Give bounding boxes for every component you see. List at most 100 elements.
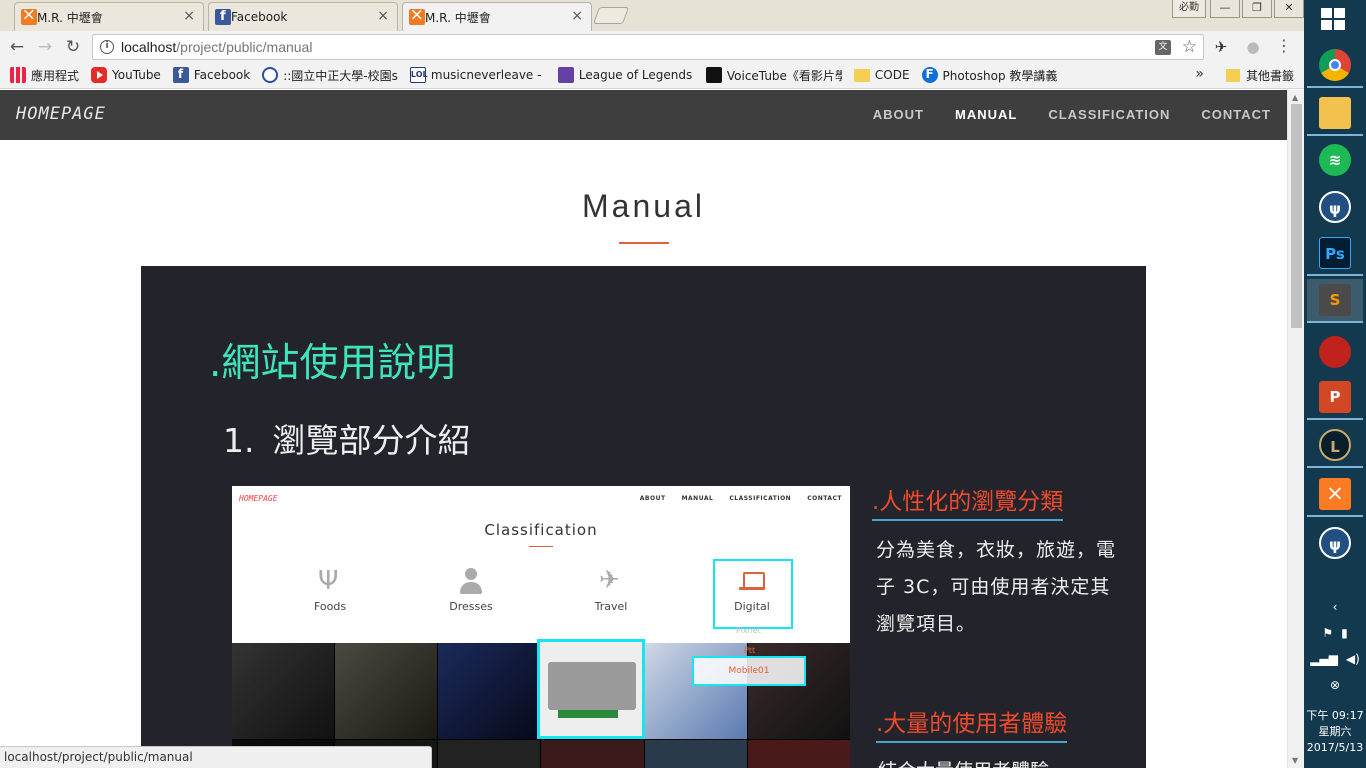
bookmark-code[interactable]: CODE	[853, 68, 910, 82]
bookmark-university[interactable]: ::國立中正大學-校園s	[262, 67, 398, 84]
taskbar-sublime[interactable]: S	[1307, 279, 1363, 323]
taskbar-sourcetree-2[interactable]: ψ	[1307, 521, 1363, 565]
maximize-button[interactable]: ❐	[1242, 0, 1272, 18]
subsection-title: 1. 瀏覽部分介紹	[223, 414, 471, 462]
sourcetree-icon: ψ	[1319, 191, 1351, 223]
taskbar-powerpoint[interactable]: P	[1307, 376, 1363, 420]
battery-icon[interactable]: ▮	[1341, 626, 1348, 640]
tab-mr-1[interactable]: M.R. 中壢會 ×	[14, 2, 204, 31]
scroll-up-arrow-icon[interactable]: ▲	[1292, 93, 1298, 102]
bookmark-league[interactable]: League of Legends -	[557, 67, 694, 83]
category-foods: Foods	[290, 566, 370, 613]
volume-icon[interactable]: ◀)	[1346, 652, 1360, 666]
spotify-icon: ≋	[1319, 144, 1351, 176]
bookmark-label: Facebook	[193, 68, 251, 82]
taskbar-league[interactable]: L	[1307, 424, 1363, 468]
powerpoint-icon: P	[1319, 381, 1351, 413]
site-logo[interactable]: HOMEPAGE	[16, 104, 106, 124]
minimize-button[interactable]: —	[1210, 0, 1240, 18]
browser-window: M.R. 中壢會 × Facebook × M.R. 中壢會 × 必勤 — ❐ …	[0, 0, 1304, 768]
screenshot-navbar: HOMEPAGE ABOUT MANUAL CLASSIFICATION CON…	[232, 486, 850, 510]
bookmarks-more-button[interactable]: »	[1195, 66, 1204, 82]
nav-manual[interactable]: MANUAL	[955, 107, 1017, 122]
wifi-icon[interactable]: ▂▄▆	[1310, 652, 1338, 666]
taskbar-chrome[interactable]	[1307, 44, 1363, 88]
close-circle-icon[interactable]: ⊗	[1330, 678, 1340, 692]
gallery-tile	[232, 643, 335, 739]
back-arrow-icon[interactable]: ←	[6, 36, 28, 58]
photoshop-icon: Ps	[1319, 237, 1351, 269]
windows-start-icon[interactable]	[1321, 8, 1347, 32]
twitch-icon	[557, 67, 574, 83]
taskbar-spotify[interactable]: ≋	[1307, 138, 1363, 182]
graphics-card-image	[548, 662, 636, 718]
taskbar-photoshop[interactable]: Ps	[1307, 232, 1363, 276]
gallery-tile	[438, 740, 541, 768]
product-highlight-box	[537, 639, 645, 739]
menu-dots-icon[interactable]: ⋮	[1276, 36, 1292, 55]
taskbar-sourcetree[interactable]: ψ	[1307, 185, 1363, 229]
star-icon[interactable]: ☆	[1182, 37, 1197, 57]
feature-title: .人性化的瀏覽分類	[872, 482, 1064, 521]
dropdown-item-pixnet: Pixnet	[736, 626, 761, 635]
taskbar-file-explorer[interactable]	[1307, 92, 1363, 136]
extension-circle-icon[interactable]: ●	[1244, 38, 1262, 56]
new-tab-button[interactable]	[592, 7, 630, 24]
close-icon[interactable]: ×	[183, 8, 195, 24]
youtube-icon	[91, 67, 108, 83]
close-icon[interactable]: ×	[571, 8, 583, 24]
category-travel: Travel	[571, 565, 651, 613]
browser-toolbar: ← → ↻ i localhost/project/public/manual …	[0, 31, 1304, 62]
address-bar[interactable]: i localhost/project/public/manual 文 ☆	[92, 34, 1204, 60]
feature-title: .大量的使用者體驗	[876, 704, 1068, 743]
taskbar-clock[interactable]: 下午 09:17 星期六 2017/5/13	[1304, 708, 1366, 756]
tab-strip: M.R. 中壢會 × Facebook × M.R. 中壢會 × 必勤 — ❐ …	[0, 0, 1304, 32]
other-bookmarks[interactable]: 其他書籤	[1225, 67, 1294, 84]
bookmark-musicneverleave[interactable]: LOLmusicneverleave - LC	[409, 67, 546, 83]
tray-row: ⚑ ▮	[1304, 626, 1366, 640]
bookmark-apps[interactable]: 應用程式	[10, 67, 79, 84]
bookmark-label: CODE	[874, 68, 910, 82]
taskbar-red-app[interactable]	[1307, 330, 1363, 374]
flag-icon[interactable]: ⚑	[1322, 626, 1333, 640]
site-nav-links: ABOUT MANUAL CLASSIFICATION CONTACT	[842, 107, 1271, 122]
scroll-down-arrow-icon[interactable]: ▼	[1292, 756, 1298, 765]
tab-title: M.R. 中壢會	[37, 10, 103, 25]
scrollbar-thumb[interactable]	[1291, 104, 1302, 328]
bookmark-label: Photoshop 教學講義	[942, 68, 1058, 83]
bookmark-youtube[interactable]: YouTube	[91, 67, 161, 83]
close-button[interactable]: ✕	[1274, 0, 1304, 18]
translate-icon[interactable]: 文	[1155, 40, 1171, 55]
page-scrollbar[interactable]: ▲ ▼	[1287, 90, 1304, 768]
bookmark-facebook[interactable]: Facebook	[172, 67, 251, 83]
chevron-left-icon[interactable]: ‹	[1333, 600, 1338, 614]
profile-button[interactable]: 必勤	[1172, 0, 1206, 18]
chrome-icon	[1319, 49, 1351, 81]
bookmark-photoshop[interactable]: Photoshop 教學講義	[921, 67, 1058, 84]
gallery-tile	[747, 740, 850, 768]
bookmark-label: ::國立中正大學-校園s	[283, 68, 398, 83]
tab-facebook[interactable]: Facebook ×	[208, 2, 398, 31]
extension-icon[interactable]: ✈	[1212, 38, 1230, 56]
tray-row: ⊗	[1304, 678, 1366, 692]
tray-row: ▂▄▆ ◀)	[1304, 652, 1366, 666]
nav-contact[interactable]: CONTACT	[1201, 107, 1271, 122]
close-icon[interactable]: ×	[377, 8, 389, 24]
bookmark-voicetube[interactable]: VoiceTube《看影片學	[705, 67, 842, 84]
screenshot-nav-item: ABOUT	[639, 495, 666, 502]
reload-icon[interactable]: ↻	[62, 36, 84, 58]
forward-arrow-icon[interactable]: →	[34, 36, 56, 58]
taskbar-xampp[interactable]: ⨉	[1307, 473, 1363, 517]
screenshot-heading: Classification	[484, 521, 598, 539]
nav-about[interactable]: ABOUT	[873, 107, 924, 122]
tab-mr-2[interactable]: M.R. 中壢會 ×	[402, 2, 592, 32]
info-icon[interactable]: i	[100, 40, 114, 54]
nav-classification[interactable]: CLASSIFICATION	[1048, 107, 1170, 122]
clock-time: 下午 09:17	[1306, 709, 1364, 722]
fork-knife-icon	[316, 566, 344, 596]
tab-title: Facebook	[231, 10, 288, 24]
feature-description: 結合大量使用者體驗	[878, 756, 1128, 768]
subsection-number: 1.	[223, 421, 255, 460]
screenshot-divider	[529, 546, 553, 547]
screenshot-nav-item: CONTACT	[807, 495, 842, 502]
